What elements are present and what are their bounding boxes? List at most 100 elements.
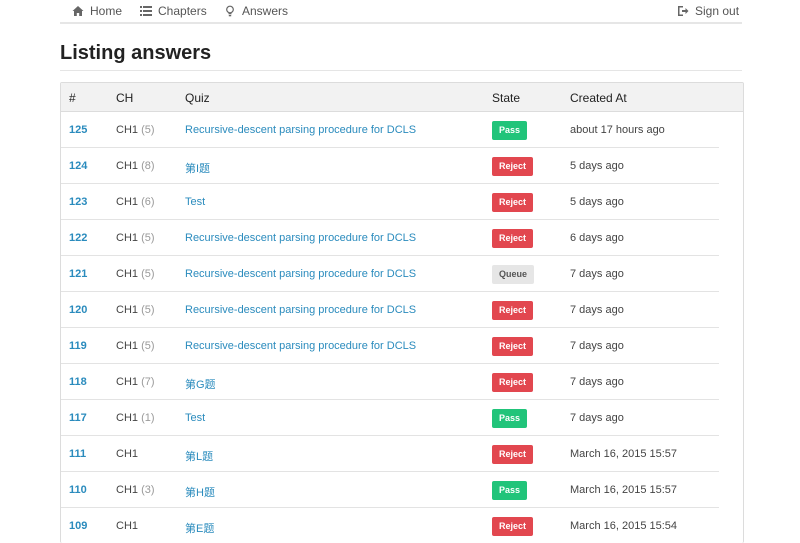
state-badge: Reject [492, 157, 534, 176]
quiz-link[interactable]: Test [185, 412, 205, 424]
answer-id-link[interactable]: 119 [69, 340, 87, 352]
chapter-cell: CH1 (1) [116, 412, 155, 424]
quiz-link[interactable]: Test [185, 196, 205, 208]
chapter-label: CH1 [116, 196, 139, 208]
table-row: 117 CH1 (1) Test Pass 7 days ago [61, 400, 719, 436]
state-badge: Pass [492, 409, 528, 428]
quiz-link[interactable]: Recursive-descent parsing procedure for … [185, 232, 416, 244]
chapter-count: (5) [141, 124, 155, 136]
chapter-cell: CH1 (3) [116, 484, 155, 496]
chapter-count: (5) [141, 268, 155, 280]
created-at: 7 days ago [570, 268, 624, 280]
header-quiz: Quiz [185, 91, 210, 105]
state-cell: Reject [492, 193, 534, 212]
table-row: 120 CH1 (5) Recursive-descent parsing proc… [61, 292, 719, 328]
chapter-cell: CH1 (5) [116, 268, 155, 280]
created-at: 7 days ago [570, 412, 624, 424]
answer-id-link[interactable]: 109 [69, 520, 87, 532]
state-badge: Reject [492, 301, 534, 320]
created-at: 7 days ago [570, 376, 624, 388]
created-at: 5 days ago [570, 160, 624, 172]
chapter-count: (3) [141, 484, 155, 496]
nav-answers-label: Answers [242, 4, 289, 18]
chapter-label: CH1 [116, 448, 139, 460]
chapter-count: (5) [141, 232, 155, 244]
state-cell: Pass [492, 481, 528, 500]
chapter-label: CH1 [116, 268, 139, 280]
chapter-cell: CH1 (5) [116, 304, 155, 316]
title-divider [60, 70, 742, 71]
table-header: # CH Quiz State Created At [61, 83, 743, 112]
answer-id-link[interactable]: 110 [69, 484, 87, 496]
answer-id-link[interactable]: 121 [69, 268, 87, 280]
answers-table: # CH Quiz State Created At 125 CH1 (5) Rec… [60, 82, 744, 543]
created-at: 5 days ago [570, 196, 624, 208]
chapter-label: CH1 [116, 412, 139, 424]
quiz-link[interactable]: Recursive-descent parsing procedure for … [185, 304, 416, 316]
chapter-cell: CH1 (7) [116, 376, 155, 388]
answer-id-link[interactable]: 125 [69, 124, 87, 136]
header-state: State [492, 91, 521, 105]
table-row: 111 CH1 第L题 Reject March 16, 2015 15:57 [61, 436, 719, 472]
chapter-label: CH1 [116, 340, 139, 352]
state-badge: Pass [492, 121, 528, 140]
chapter-cell: CH1 (5) [116, 340, 155, 352]
quiz-link[interactable]: 第G题 [185, 376, 216, 392]
chapter-count: (8) [141, 160, 155, 172]
answer-id-link[interactable]: 118 [69, 376, 87, 388]
quiz-link[interactable]: Recursive-descent parsing procedure for … [185, 268, 416, 280]
chapter-count: (1) [141, 412, 155, 424]
quiz-link[interactable]: 第E题 [185, 520, 214, 536]
state-cell: Pass [492, 409, 528, 428]
table-row: 124 CH1 (8) 第I题 Reject 5 days ago [61, 148, 719, 184]
chapter-cell: CH1 (5) [116, 232, 155, 244]
chapter-cell: CH1 (5) [116, 124, 155, 136]
answer-id-link[interactable]: 120 [69, 304, 87, 316]
chapter-count: (5) [141, 304, 155, 316]
nav-signout-label: Sign out [695, 4, 740, 18]
state-cell: Reject [492, 301, 534, 320]
chapter-label: CH1 [116, 304, 139, 316]
created-at: March 16, 2015 15:54 [570, 520, 678, 532]
nav-home[interactable]: Home [72, 4, 122, 18]
chapter-label: CH1 [116, 520, 139, 532]
state-badge: Reject [492, 337, 534, 356]
created-at: 6 days ago [570, 232, 624, 244]
quiz-link[interactable]: Recursive-descent parsing procedure for … [185, 340, 416, 352]
created-at: about 17 hours ago [570, 124, 665, 136]
state-cell: Pass [492, 121, 528, 140]
state-cell: Reject [492, 157, 534, 176]
page-title: Listing answers [60, 42, 212, 64]
answer-id-link[interactable]: 111 [69, 448, 86, 460]
state-badge: Queue [492, 265, 535, 284]
chapter-count: (5) [141, 340, 155, 352]
state-badge: Reject [492, 517, 534, 536]
created-at: 7 days ago [570, 340, 624, 352]
header-created: Created At [570, 91, 627, 105]
nav-signout[interactable]: Sign out [677, 4, 739, 18]
nav-chapters[interactable]: Chapters [140, 4, 207, 18]
state-badge: Reject [492, 445, 534, 464]
quiz-link[interactable]: 第I题 [185, 160, 210, 176]
state-badge: Pass [492, 481, 528, 500]
answer-id-link[interactable]: 122 [69, 232, 87, 244]
answer-id-link[interactable]: 123 [69, 196, 87, 208]
header-id: # [69, 91, 76, 105]
chapter-label: CH1 [116, 484, 139, 496]
chapter-cell: CH1 [116, 520, 138, 532]
quiz-link[interactable]: 第H题 [185, 484, 215, 500]
answer-id-link[interactable]: 117 [69, 412, 87, 424]
table-row: 123 CH1 (6) Test Reject 5 days ago [61, 184, 719, 220]
chapter-label: CH1 [116, 376, 139, 388]
table-row: 119 CH1 (5) Recursive-descent parsing proc… [61, 328, 719, 364]
state-cell: Queue [492, 265, 535, 284]
nav-answers[interactable]: Answers [224, 4, 288, 18]
quiz-link[interactable]: Recursive-descent parsing procedure for … [185, 124, 416, 136]
quiz-link[interactable]: 第L题 [185, 448, 213, 464]
lightbulb-icon [226, 5, 234, 17]
table-row: 110 CH1 (3) 第H题 Pass March 16, 2015 15:57 [61, 472, 719, 508]
table-row: 121 CH1 (5) Recursive-descent parsing proc… [61, 256, 719, 292]
table-body: 125 CH1 (5) Recursive-descent parsing proc… [61, 112, 743, 543]
answer-id-link[interactable]: 124 [69, 160, 87, 172]
home-icon [72, 6, 84, 16]
